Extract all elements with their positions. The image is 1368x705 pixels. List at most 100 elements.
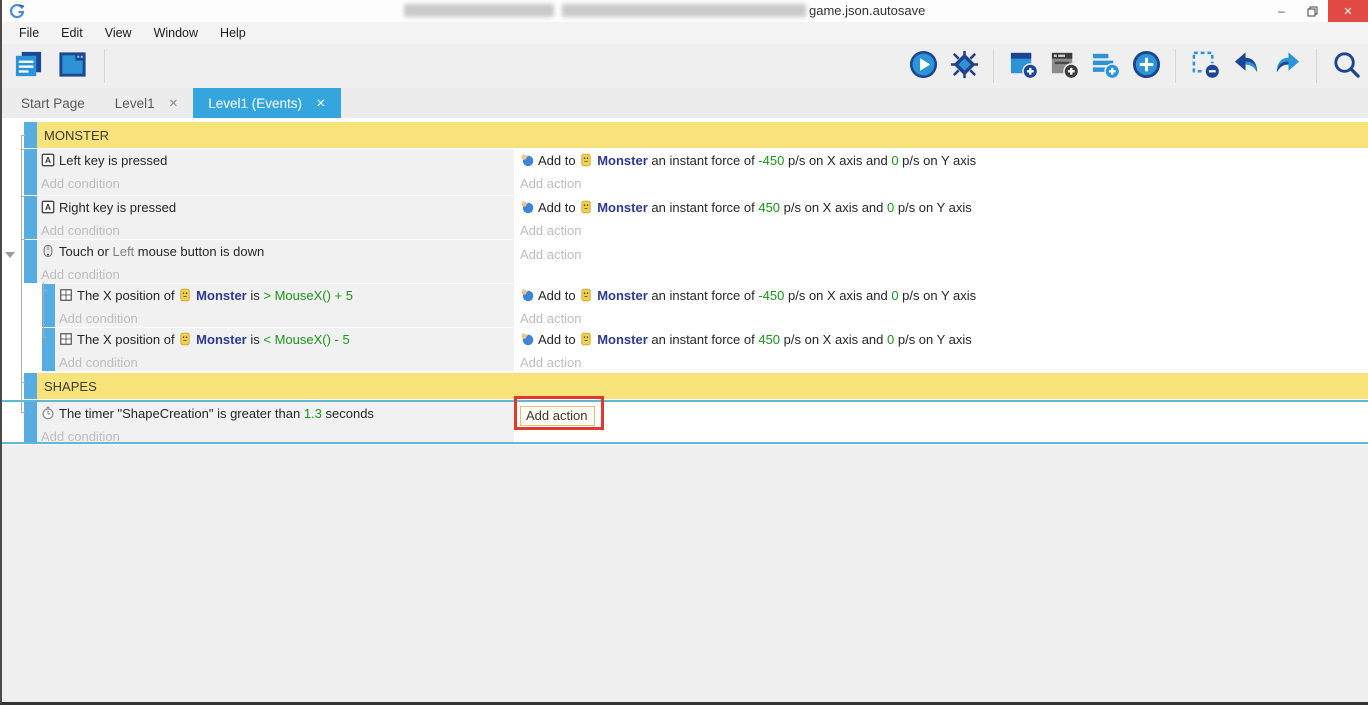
conditions-cell[interactable]: The X position of Monster is < MouseX() …: [55, 328, 514, 371]
add-event-button[interactable]: [1005, 48, 1041, 84]
add-condition-button[interactable]: Add condition: [41, 222, 510, 239]
action-line[interactable]: Add to Monster an instant force of -450 …: [520, 287, 1364, 307]
restore-button[interactable]: [1297, 0, 1328, 22]
condition-line[interactable]: The X position of Monster is > MouseX() …: [59, 287, 510, 307]
condition-line[interactable]: The timer "ShapeCreation" is greater tha…: [41, 405, 510, 425]
event-row-touch-mouse[interactable]: Touch or Left mouse button is down Add co…: [2, 240, 1368, 283]
add-condition-button[interactable]: Add condition: [41, 428, 510, 442]
menu-view[interactable]: View: [94, 24, 143, 43]
add-condition-button[interactable]: Add condition: [59, 354, 510, 371]
instruction-text: an instant force of: [647, 200, 759, 215]
actions-cell[interactable]: Add action: [514, 240, 1368, 283]
event-row-right-key[interactable]: A Right key is pressed Add condition Add to…: [2, 196, 1368, 239]
add-action-button[interactable]: Add action: [520, 406, 596, 426]
event-group-row-monster[interactable]: MONSTER: [2, 122, 1368, 148]
deselect-button[interactable]: [1187, 48, 1223, 84]
position-icon: [59, 288, 73, 307]
keyboard-icon: A: [41, 200, 55, 219]
menu-edit[interactable]: Edit: [50, 24, 94, 43]
monster-icon: [579, 153, 593, 172]
add-circle-icon: [1131, 49, 1162, 83]
event-handle-bar[interactable]: [24, 196, 37, 239]
menu-help[interactable]: Help: [209, 24, 257, 43]
conditions-cell[interactable]: The timer "ShapeCreation" is greater tha…: [37, 402, 514, 442]
conditions-cell[interactable]: Touch or Left mouse button is down Add co…: [37, 240, 514, 283]
add-action-button[interactable]: Add action: [520, 354, 1364, 371]
instruction-text: p/s on X axis and: [780, 332, 887, 347]
event-handle-bar[interactable]: [24, 149, 37, 195]
menu-window[interactable]: Window: [143, 24, 209, 43]
expression-value: 450: [758, 332, 781, 347]
project-manager-icon: [13, 49, 44, 83]
event-row-timer-shapecreation[interactable]: The timer "ShapeCreation" is greater tha…: [2, 396, 1368, 444]
project-manager-button[interactable]: [10, 48, 46, 84]
condition-line[interactable]: Touch or Left mouse button is down: [41, 243, 510, 263]
expression-value: 450: [758, 200, 781, 215]
actions-cell[interactable]: Add to Monster an instant force of 450 p…: [514, 196, 1368, 239]
add-action-button[interactable]: Add action: [520, 175, 1364, 192]
play-button[interactable]: [905, 48, 941, 84]
actions-cell[interactable]: Add to Monster an instant force of -450 …: [514, 149, 1368, 195]
gdevelop-logo-icon: [9, 3, 25, 19]
actions-cell[interactable]: Add to Monster an instant force of 450 p…: [514, 328, 1368, 371]
instruction-text: Right key is pressed: [59, 200, 177, 215]
event-handle-bar[interactable]: [24, 122, 37, 148]
toolbar-separator: [993, 49, 994, 83]
add-condition-button[interactable]: Add condition: [41, 266, 510, 283]
tab-start-page[interactable]: Start Page: [6, 88, 100, 118]
instruction-text: Add to: [538, 153, 580, 168]
tab-level1-events[interactable]: Level1 (Events) ✕: [193, 88, 341, 118]
scene-editor-icon: [57, 49, 88, 83]
add-action-button[interactable]: Add action: [520, 310, 1364, 327]
condition-line[interactable]: A Left key is pressed: [41, 152, 510, 172]
instruction-text: Touch or: [59, 244, 113, 259]
condition-line[interactable]: A Right key is pressed: [41, 199, 510, 219]
undo-button[interactable]: [1228, 48, 1264, 84]
conditions-cell[interactable]: The X position of Monster is > MouseX() …: [55, 284, 514, 327]
tree-connector: [21, 135, 25, 136]
minimize-button[interactable]: –: [1266, 0, 1297, 22]
instruction-text: Add to: [538, 288, 580, 303]
add-action-button[interactable]: Add action: [520, 246, 1364, 263]
action-line[interactable]: Add to Monster an instant force of 450 p…: [520, 331, 1364, 351]
event-handle-bar[interactable]: [24, 373, 37, 399]
event-handle-bar[interactable]: [24, 240, 37, 283]
expression-value: > MouseX() + 5: [263, 288, 353, 303]
expression-value: -450: [758, 288, 785, 303]
add-action-button[interactable]: Add action: [520, 222, 1364, 239]
add-comment-icon: [1090, 49, 1121, 83]
instruction-text: Add to: [538, 332, 580, 347]
add-circle-button[interactable]: [1128, 48, 1164, 84]
event-row-xpos-greater[interactable]: The X position of Monster is > MouseX() …: [2, 284, 1368, 327]
debugger-button[interactable]: [946, 48, 982, 84]
condition-line[interactable]: The X position of Monster is < MouseX() …: [59, 331, 510, 351]
event-row-left-key[interactable]: A Left key is pressed Add condition Add to …: [2, 149, 1368, 195]
action-line[interactable]: Add to Monster an instant force of 450 p…: [520, 199, 1364, 219]
conditions-cell[interactable]: A Left key is pressed Add condition: [37, 149, 514, 195]
blurred-title-segment: [404, 4, 554, 17]
add-condition-button[interactable]: Add condition: [41, 175, 510, 192]
add-comment-button[interactable]: [1087, 48, 1123, 84]
event-group-row-shapes[interactable]: SHAPES: [2, 373, 1368, 399]
redo-button[interactable]: [1269, 48, 1305, 84]
close-icon[interactable]: ✕: [316, 96, 326, 110]
tree-connector: [21, 196, 25, 197]
actions-cell[interactable]: Add to Monster an instant force of -450 …: [514, 284, 1368, 327]
close-icon[interactable]: ✕: [169, 96, 179, 110]
close-button[interactable]: ✕: [1328, 0, 1368, 22]
event-handle-bar[interactable]: [24, 402, 37, 442]
tab-level1[interactable]: Level1 ✕: [100, 88, 193, 118]
actions-cell[interactable]: Add action: [514, 396, 1368, 442]
tabbar: Start Page Level1 ✕ Level1 (Events) ✕: [2, 88, 1368, 118]
collapse-arrow-icon[interactable]: [5, 252, 15, 258]
instruction-text: mouse button is down: [134, 244, 265, 259]
conditions-cell[interactable]: A Right key is pressed Add condition: [37, 196, 514, 239]
add-condition-button[interactable]: Add condition: [59, 310, 510, 327]
menu-file[interactable]: File: [8, 24, 50, 43]
search-button[interactable]: [1328, 48, 1364, 84]
add-subevent-button[interactable]: [1046, 48, 1082, 84]
tree-connector: [43, 337, 47, 338]
action-line[interactable]: Add to Monster an instant force of -450 …: [520, 152, 1364, 172]
event-row-xpos-less[interactable]: The X position of Monster is < MouseX() …: [2, 328, 1368, 371]
scene-editor-button[interactable]: [54, 48, 90, 84]
